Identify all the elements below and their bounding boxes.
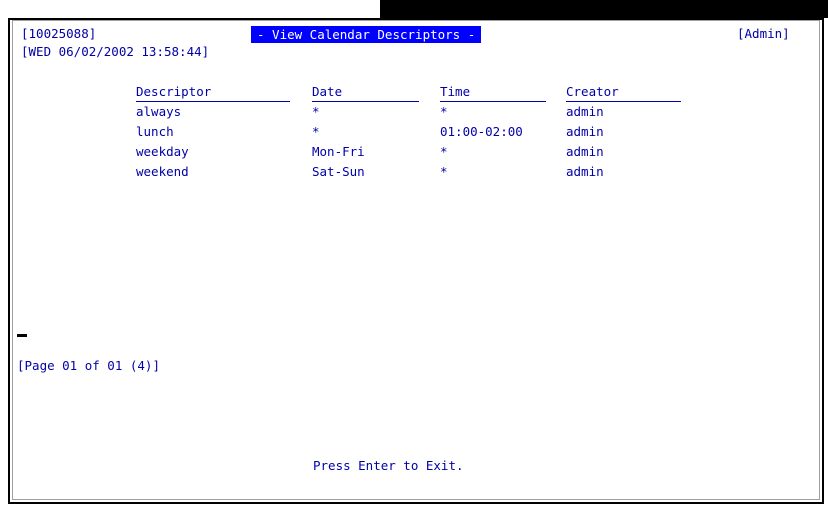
time-cell: 01:00-02:00 bbox=[440, 124, 523, 139]
descriptor-cell: always bbox=[136, 104, 182, 119]
date-cell: * bbox=[312, 104, 320, 119]
exit-prompt[interactable]: Press Enter to Exit. bbox=[313, 458, 464, 474]
descriptor-cell: weekday bbox=[136, 144, 189, 159]
creator-cell: admin bbox=[566, 144, 604, 159]
top-frame-right bbox=[380, 0, 828, 18]
datetime-stamp: [WED 06/02/2002 13:58:44] bbox=[21, 44, 210, 59]
creator-cell: admin bbox=[566, 104, 604, 119]
column-header-creator: Creator bbox=[566, 84, 681, 102]
descriptor-cell: weekend bbox=[136, 164, 189, 179]
column-header-date: Date bbox=[312, 84, 419, 102]
top-frame-left bbox=[8, 0, 380, 18]
descriptor-cell: lunch bbox=[136, 124, 174, 139]
column-header-time: Time bbox=[440, 84, 546, 102]
text-cursor bbox=[17, 334, 27, 337]
session-id: [10025088] bbox=[21, 26, 97, 41]
screen-title: - View Calendar Descriptors - bbox=[251, 26, 482, 43]
time-cell: * bbox=[440, 144, 448, 159]
creator-cell: admin bbox=[566, 124, 604, 139]
date-cell: Mon-Fri bbox=[312, 144, 365, 159]
page: [10025088] - View Calendar Descriptors -… bbox=[0, 0, 828, 506]
date-cell: * bbox=[312, 124, 320, 139]
role-indicator: [Admin] bbox=[737, 26, 790, 41]
date-cell: Sat-Sun bbox=[312, 164, 365, 179]
page-indicator: [Page 01 of 01 (4)] bbox=[17, 358, 160, 373]
time-cell: * bbox=[440, 164, 448, 179]
creator-cell: admin bbox=[566, 164, 604, 179]
column-header-descriptor: Descriptor bbox=[136, 84, 290, 102]
terminal-screen[interactable]: [10025088] - View Calendar Descriptors -… bbox=[12, 20, 820, 500]
time-cell: * bbox=[440, 104, 448, 119]
